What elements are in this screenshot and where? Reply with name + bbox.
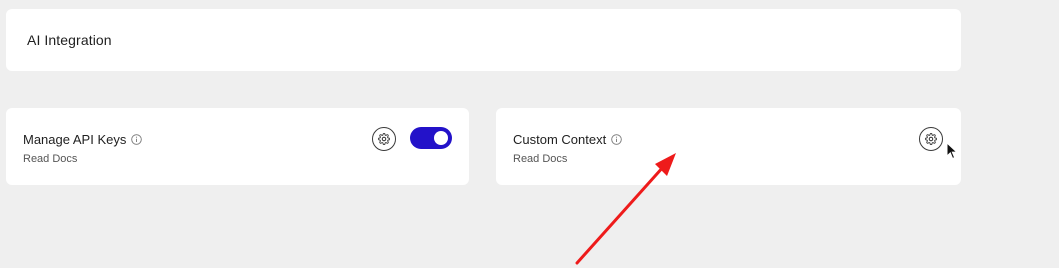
info-icon[interactable] bbox=[131, 134, 143, 145]
page-title: AI Integration bbox=[27, 32, 112, 48]
custom-context-read-docs-link[interactable]: Read Docs bbox=[513, 153, 567, 165]
manage-api-keys-card: Manage API Keys Read Docs bbox=[6, 108, 469, 185]
ai-integration-header-card: AI Integration bbox=[6, 9, 961, 71]
manage-api-keys-title: Manage API Keys bbox=[23, 132, 143, 147]
manage-api-keys-label: Manage API Keys bbox=[23, 132, 127, 147]
custom-context-title: Custom Context bbox=[513, 132, 622, 147]
toggle-knob bbox=[434, 131, 448, 145]
custom-context-label: Custom Context bbox=[513, 132, 607, 147]
gear-icon bbox=[378, 133, 390, 145]
manage-api-keys-toggle[interactable] bbox=[410, 127, 452, 149]
custom-context-settings-button[interactable] bbox=[919, 127, 943, 151]
manage-api-keys-read-docs-link[interactable]: Read Docs bbox=[23, 153, 77, 165]
mouse-pointer-icon bbox=[946, 142, 958, 160]
manage-api-keys-settings-button[interactable] bbox=[372, 127, 396, 151]
custom-context-card: Custom Context Read Docs bbox=[496, 108, 961, 185]
info-icon[interactable] bbox=[611, 134, 622, 145]
gear-icon bbox=[925, 133, 937, 145]
